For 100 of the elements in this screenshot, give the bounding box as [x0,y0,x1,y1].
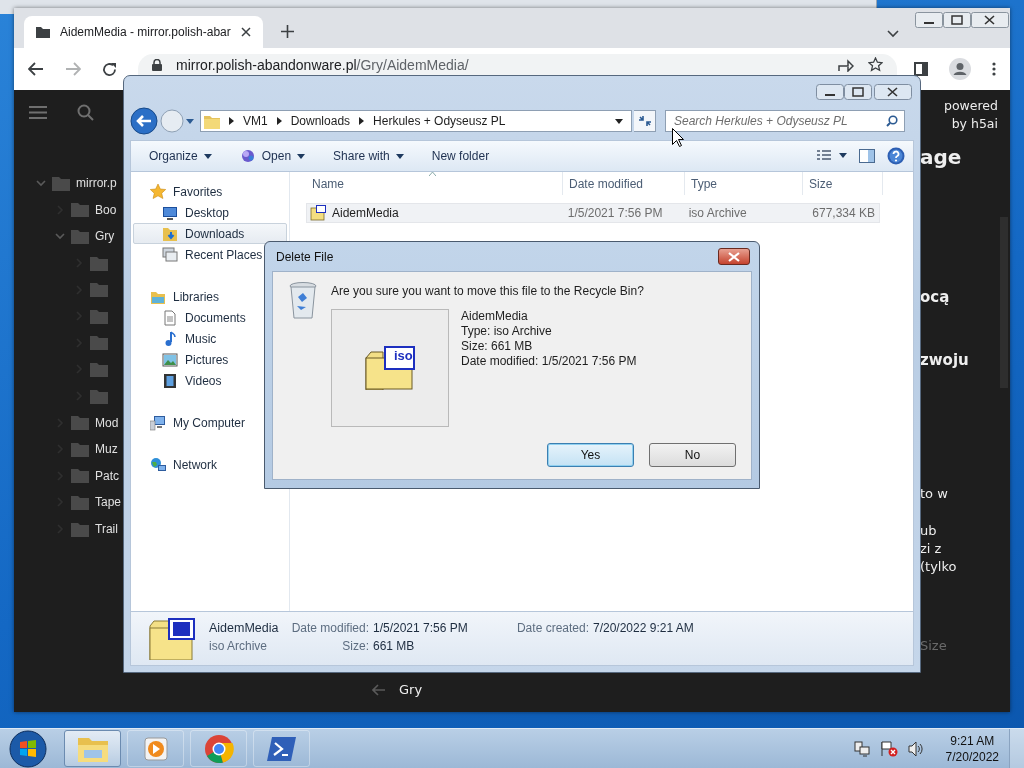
toolbar-button[interactable]: Organize [141,146,220,166]
desktop-icon [162,204,178,221]
view-options-icon[interactable] [817,150,847,162]
chevron-right-icon[interactable] [229,117,234,125]
tree-item[interactable]: Muz [95,442,118,457]
address-bar[interactable]: VM1 Downloads Herkules + Odyseusz PL [200,110,632,132]
file-type: iso Archive [209,638,269,655]
toolbar-button[interactable]: Open [231,145,314,167]
tree-item[interactable]: Tape [95,495,122,510]
detail-value: 661 MB [373,638,416,655]
breadcrumb-item[interactable]: Downloads [290,114,351,128]
flag-error-icon[interactable] [879,740,898,757]
window-controls[interactable] [915,12,1009,29]
detail-label: Date modified: [290,620,369,637]
dropdown-icon[interactable] [615,118,623,124]
folder-taskbar-icon[interactable] [64,730,121,767]
terminal-taskbar-icon[interactable] [253,730,310,767]
back-icon[interactable] [28,62,44,76]
powered-by-text[interactable]: powered by h5ai [934,97,998,133]
downloads-icon [162,225,178,242]
network-icon[interactable] [853,740,870,757]
search-field[interactable]: Search Herkules + Odyseusz PL [665,110,905,132]
folder-icon [90,308,108,324]
folder-icon [90,282,108,298]
folder-icon [52,175,70,191]
toolbar-button[interactable]: Share with [325,146,412,166]
browser-tab[interactable]: AidemMedia - mirror.polish-abar [24,16,263,48]
reload-icon[interactable] [102,61,117,77]
column-header[interactable]: Size [803,172,883,195]
tree-item[interactable]: Mod [95,415,119,430]
start-button[interactable] [9,729,47,768]
chevron-right-icon[interactable] [359,117,365,125]
folder-icon [71,415,89,431]
dialog-button[interactable]: No [649,443,736,467]
profile-icon[interactable] [949,58,971,80]
recent-icon [162,246,178,263]
recycle-bin-icon [289,282,317,320]
tree-item[interactable]: Gry [95,229,115,244]
speaker-icon[interactable] [907,740,924,757]
caret-icon[interactable] [186,118,194,124]
menu-icon[interactable] [992,62,996,76]
folder-icon [204,113,220,129]
column-header[interactable]: Type [685,172,803,195]
detail-label: Size: [341,638,369,655]
iso-file-icon [310,205,326,221]
folder-icon [71,229,89,244]
toolbar-button[interactable]: New folder [423,146,498,166]
clock[interactable]: 9:21 AM 7/20/2022 [945,732,999,765]
folder-icon [90,388,108,404]
tree-item[interactable]: Patc [95,468,119,483]
file-info-text: Date modified: 1/5/2021 7:56 PM [461,354,637,369]
iso-file-icon [365,346,415,390]
preview-pane-icon[interactable] [859,149,875,163]
chevron-icon[interactable] [36,178,46,189]
close-button[interactable] [718,248,750,265]
file-info-text: Size: 661 MB [461,339,534,354]
close-icon[interactable] [240,27,251,37]
tree-item[interactable]: mirror.p [76,176,117,191]
window-controls[interactable] [816,84,912,101]
heading-text: age [920,145,962,169]
videos-icon [162,372,178,389]
heading-text: zwoju [920,350,969,370]
chevron-icon[interactable] [55,231,65,242]
paragraph-text: (tylko [920,558,957,576]
column-header[interactable]: Date modified [563,172,685,195]
help-icon[interactable] [887,147,905,165]
column-header[interactable]: Name [306,172,563,195]
back-arrow-icon[interactable] [372,683,386,696]
breadcrumb-item[interactable]: Herkules + Odyseusz PL [373,114,506,128]
star-icon[interactable] [868,57,883,72]
share-icon[interactable] [838,57,854,72]
nav-item[interactable]: Downloads [133,223,287,244]
nav-item[interactable]: Favorites [133,181,287,202]
address-bar[interactable]: mirror.polish-abandonware.pl/Gry/AidemMedia/ [138,54,897,75]
search-icon [886,115,898,127]
tree-item[interactable]: Trail [95,522,118,536]
folder-icon [71,468,89,484]
back-icon[interactable] [130,107,158,135]
folder-icon [71,494,89,510]
nav-item[interactable]: Desktop [133,202,287,223]
chevron-right-icon[interactable] [276,117,282,125]
side-panel-icon[interactable] [914,62,928,76]
file-row[interactable]: AidemMedia 1/5/2021 7:56 PM iso Archive 677,334 KB [306,203,880,223]
refresh-button[interactable] [634,110,656,132]
new-tab-icon[interactable] [280,25,294,38]
folder-icon [71,202,89,218]
folder-icon [90,255,108,271]
star-icon [150,183,166,200]
tree-item[interactable]: Boo [95,202,117,217]
close-icon [728,251,740,262]
folder-icon [36,26,50,38]
search-icon[interactable] [77,104,94,121]
browser-taskbar-icon[interactable] [190,730,247,767]
breadcrumb-item[interactable]: VM1 [243,114,268,128]
documents-icon [162,309,178,326]
network-icon [150,456,166,473]
breadcrumb-item[interactable]: Gry [399,682,423,697]
chevron-down-icon[interactable] [887,30,899,38]
heading-text: ocą [920,287,950,307]
dialog-button[interactable]: Yes [547,443,634,467]
